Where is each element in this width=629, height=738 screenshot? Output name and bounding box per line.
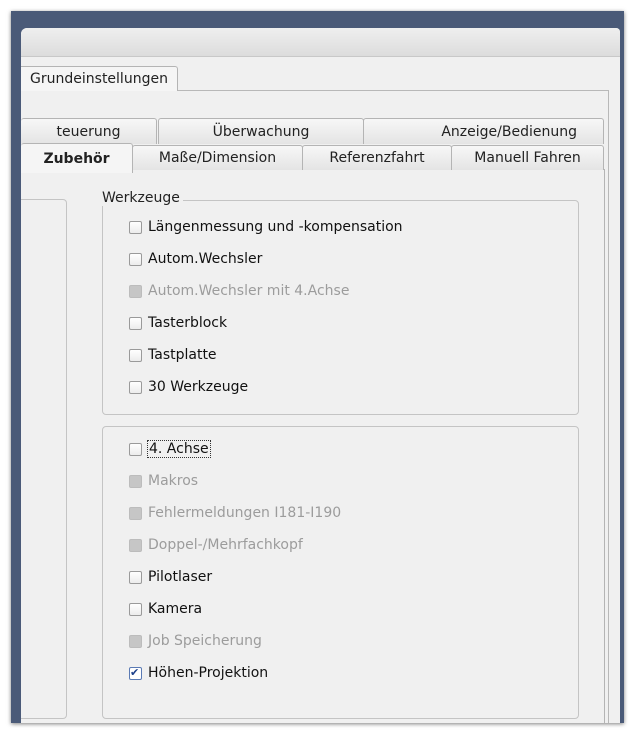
tab-grundeinstellungen[interactable]: Grundeinstellungen — [21, 66, 178, 91]
checkbox-box[interactable] — [129, 348, 142, 362]
checkbox-autom-wechsler-4-achse: Autom.Wechsler mit 4.Achse — [129, 281, 349, 301]
checkbox-label: Makros — [148, 473, 199, 489]
tab-zubehoer[interactable]: Zubehör — [21, 143, 133, 173]
title-bar — [21, 28, 620, 57]
checkbox-box — [129, 506, 142, 520]
checkbox-label: Tasterblock — [148, 315, 228, 331]
settings-window: Grundeinstellungen teuerung Überwachung … — [21, 28, 620, 723]
checkbox-kamera[interactable]: Kamera — [129, 599, 202, 619]
checkbox-box — [129, 474, 142, 488]
tab-manuell-fahren[interactable]: Manuell Fahren — [451, 145, 604, 170]
checkbox-box — [129, 284, 142, 298]
checkbox-autom-wechsler[interactable]: Autom.Wechsler — [129, 249, 262, 269]
tab-ueberwachung[interactable]: Überwachung — [158, 118, 364, 144]
checkbox-box[interactable] — [129, 220, 142, 234]
checkbox-makros: Makros — [129, 471, 198, 491]
checkbox-tastplatte[interactable]: Tastplatte — [129, 345, 217, 365]
checkbox-label: Job Speicherung — [148, 633, 262, 649]
checkbox-box[interactable] — [129, 570, 142, 584]
left-group-box — [21, 199, 67, 719]
checkbox-tasterblock[interactable]: Tasterblock — [129, 313, 227, 333]
checkbox-label: Pilotlaser — [148, 569, 213, 585]
checkbox-box[interactable] — [129, 252, 142, 266]
checkbox-label: Höhen-Projektion — [148, 665, 269, 681]
checkbox-box[interactable] — [129, 380, 142, 394]
checkbox-label: Längenmessung und -kompensation — [148, 219, 403, 235]
checkbox-box-checked[interactable] — [129, 665, 142, 681]
checkbox-pilotlaser[interactable]: Pilotlaser — [129, 567, 212, 587]
checkbox-label: 4. Achse — [147, 440, 211, 458]
checkbox-label: Autom.Wechsler — [148, 251, 263, 267]
checkbox-label: Kamera — [148, 601, 203, 617]
checkbox-hoehen-projektion[interactable]: Höhen-Projektion — [129, 663, 268, 683]
checkbox-label: Doppel-/Mehrfachkopf — [148, 537, 303, 553]
werkzeuge-group-title: Werkzeuge — [99, 190, 183, 206]
checkbox-4-achse[interactable]: 4. Achse — [129, 439, 211, 459]
tab-referenzfahrt[interactable]: Referenzfahrt — [302, 145, 452, 170]
checkbox-label: Autom.Wechsler mit 4.Achse — [148, 283, 350, 299]
tab-anzeige-bedienung[interactable]: Anzeige/Bedienung — [363, 118, 604, 144]
extras-group: 4. Achse Makros Fehlermeldungen I181-I19… — [102, 426, 579, 719]
tab-steuerung[interactable]: teuerung — [21, 118, 157, 144]
checkbox-box[interactable] — [129, 442, 142, 456]
tab-masse-dimension[interactable]: Maße/Dimension — [132, 145, 303, 170]
checkbox-label: 30 Werkzeuge — [148, 379, 249, 395]
checkbox-box[interactable] — [129, 602, 142, 616]
checkbox-box — [129, 634, 142, 648]
checkbox-label: Fehlermeldungen I181-I190 — [148, 505, 342, 521]
checkbox-laengenmessung[interactable]: Längenmessung und -kompensation — [129, 217, 403, 237]
checkbox-label: Tastplatte — [148, 347, 217, 363]
checkbox-fehlermeldungen: Fehlermeldungen I181-I190 — [129, 503, 341, 523]
screenshot-frame: Grundeinstellungen teuerung Überwachung … — [11, 11, 624, 723]
checkbox-doppel-mehrfachkopf: Doppel-/Mehrfachkopf — [129, 535, 303, 555]
checkbox-30-werkzeuge[interactable]: 30 Werkzeuge — [129, 377, 248, 397]
checkbox-job-speicherung: Job Speicherung — [129, 631, 262, 651]
checkbox-box — [129, 538, 142, 552]
checkbox-box[interactable] — [129, 316, 142, 330]
werkzeuge-group: Werkzeuge Längenmessung und -kompensatio… — [99, 190, 579, 415]
